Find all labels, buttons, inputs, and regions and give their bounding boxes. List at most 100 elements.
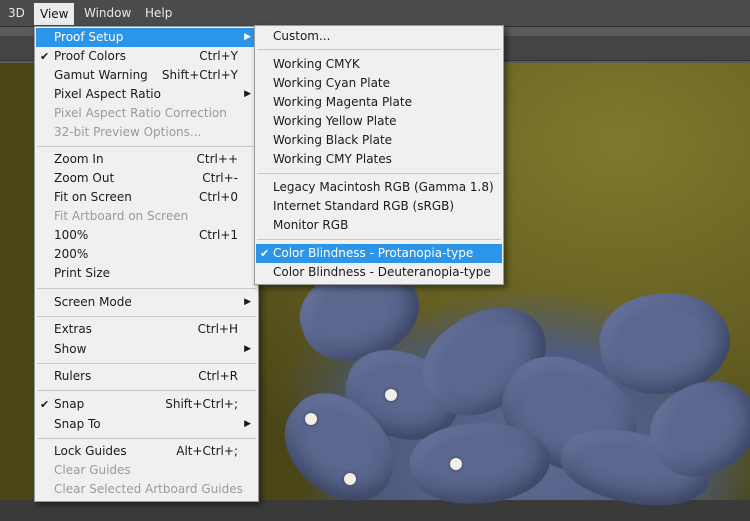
chevron-right-icon: ▶	[244, 89, 251, 99]
menu-item-snap[interactable]: ✔ Snap Shift+Ctrl+;	[36, 395, 257, 414]
menu-item-monitor-rgb[interactable]: Monitor RGB	[256, 216, 502, 235]
menu-item-legacy-macintosh-rgb[interactable]: Legacy Macintosh RGB (Gamma 1.8)	[256, 178, 502, 197]
menu-item-snap-to[interactable]: Snap To ▶	[36, 415, 257, 434]
menu-item-label: Screen Mode	[54, 295, 132, 309]
menu-item-label: Working CMYK	[273, 57, 360, 71]
menu-item-label: Monitor RGB	[273, 218, 349, 232]
menu-item-label: Proof Colors	[54, 49, 126, 63]
menu-item-shortcut: Ctrl+H	[197, 322, 238, 336]
menu-item-label: Pixel Aspect Ratio	[54, 87, 161, 101]
chevron-right-icon: ▶	[244, 32, 251, 42]
chevron-right-icon: ▶	[244, 344, 251, 354]
menu-item-label: Fit Artboard on Screen	[54, 209, 189, 223]
menu-item-label: Clear Selected Artboard Guides	[54, 482, 243, 496]
menu-item-label: Print Size	[54, 266, 111, 280]
menu-item-shortcut: Ctrl+0	[198, 190, 238, 204]
menu-item-label: Working CMY Plates	[273, 152, 392, 166]
menu-item-clear-selected-artboard-guides[interactable]: Clear Selected Artboard Guides	[36, 480, 257, 499]
flower-bud	[305, 413, 317, 425]
menu-item-label: Working Black Plate	[273, 133, 393, 147]
menu-item-label: Extras	[54, 322, 92, 336]
menu-item-rulers[interactable]: Rulers Ctrl+R	[36, 367, 257, 386]
menu-item-label: Color Blindness - Protanopia-type	[273, 246, 474, 260]
menu-item-label: Lock Guides	[54, 444, 127, 458]
menu-item-shortcut: Ctrl+-	[202, 171, 238, 185]
menu-separator	[257, 239, 501, 240]
menu-item-color-blindness-protanopia[interactable]: ✔ Color Blindness - Protanopia-type	[256, 244, 502, 263]
menu-separator	[37, 390, 256, 391]
flower-bud	[385, 389, 397, 401]
menu-item-pixel-aspect-ratio-correction[interactable]: Pixel Aspect Ratio Correction	[36, 104, 257, 123]
menu-separator	[37, 363, 256, 364]
menu-item-label: Proof Setup	[54, 30, 124, 44]
menu-bar: 3D View Window Help	[0, 0, 750, 27]
menu-item-print-size[interactable]: Print Size	[36, 264, 257, 283]
menu-item-clear-guides[interactable]: Clear Guides	[36, 461, 257, 480]
menu-item-working-black-plate[interactable]: Working Black Plate	[256, 131, 502, 150]
menu-item-shortcut: Ctrl+R	[198, 369, 238, 383]
menu-item-32bit-preview-options[interactable]: 32-bit Preview Options...	[36, 123, 257, 142]
menu-item-extras[interactable]: Extras Ctrl+H	[36, 320, 257, 339]
menu-item-label: Show	[54, 342, 87, 356]
menu-window[interactable]: Window	[78, 4, 137, 22]
menu-item-label: 200%	[54, 247, 89, 261]
check-icon: ✔	[40, 398, 50, 411]
menu-view[interactable]: View	[34, 3, 75, 25]
menu-item-label: Working Cyan Plate	[273, 76, 391, 90]
menu-item-working-cmyk[interactable]: Working CMYK	[256, 55, 502, 74]
menu-item-100-percent[interactable]: 100% Ctrl+1	[36, 226, 257, 245]
menu-help[interactable]: Help	[139, 4, 178, 22]
menu-item-custom[interactable]: Custom...	[256, 27, 502, 46]
menu-item-gamut-warning[interactable]: Gamut Warning Shift+Ctrl+Y	[36, 66, 257, 85]
menu-item-label: Custom...	[273, 29, 331, 43]
menu-item-screen-mode[interactable]: Screen Mode ▶	[36, 293, 257, 312]
flower-bud	[344, 473, 356, 485]
menu-item-working-cyan-plate[interactable]: Working Cyan Plate	[256, 74, 502, 93]
menu-item-fit-artboard-on-screen[interactable]: Fit Artboard on Screen	[36, 207, 257, 226]
menu-separator	[257, 49, 501, 50]
menu-item-proof-setup[interactable]: Proof Setup ▶	[36, 28, 257, 47]
menu-item-shortcut: Shift+Ctrl+Y	[161, 68, 238, 82]
menu-item-label: Legacy Macintosh RGB (Gamma 1.8)	[273, 180, 494, 194]
menu-item-label: Clear Guides	[54, 463, 131, 477]
menu-separator	[257, 173, 501, 174]
menu-item-shortcut: Shift+Ctrl+;	[165, 397, 238, 411]
menu-item-label: Rulers	[54, 369, 92, 383]
menu-item-lock-guides[interactable]: Lock Guides Alt+Ctrl+;	[36, 442, 257, 461]
menu-item-label: 100%	[54, 228, 89, 242]
menu-item-zoom-out[interactable]: Zoom Out Ctrl+-	[36, 169, 257, 188]
menu-item-200-percent[interactable]: 200%	[36, 245, 257, 264]
menu-item-shortcut: Ctrl+Y	[199, 49, 238, 63]
menu-item-label: Working Magenta Plate	[273, 95, 412, 109]
menu-item-fit-on-screen[interactable]: Fit on Screen Ctrl+0	[36, 188, 257, 207]
check-icon: ✔	[40, 50, 50, 63]
menu-item-shortcut: Ctrl+1	[198, 228, 238, 242]
menu-item-working-cmy-plates[interactable]: Working CMY Plates	[256, 150, 502, 169]
menu-item-label: Zoom Out	[54, 171, 115, 185]
menu-item-working-yellow-plate[interactable]: Working Yellow Plate	[256, 112, 502, 131]
menu-item-color-blindness-deuteranopia[interactable]: Color Blindness - Deuteranopia-type	[256, 263, 502, 282]
menu-3d[interactable]: 3D	[2, 4, 31, 22]
flower-bud	[450, 458, 462, 470]
menu-item-zoom-in[interactable]: Zoom In Ctrl++	[36, 150, 257, 169]
proof-setup-submenu: Custom... Working CMYK Working Cyan Plat…	[254, 25, 504, 285]
check-icon: ✔	[260, 247, 270, 260]
menu-item-internet-standard-rgb[interactable]: Internet Standard RGB (sRGB)	[256, 197, 502, 216]
menu-item-label: Working Yellow Plate	[273, 114, 397, 128]
menu-item-label: Color Blindness - Deuteranopia-type	[273, 265, 491, 279]
menu-item-pixel-aspect-ratio[interactable]: Pixel Aspect Ratio ▶	[36, 85, 257, 104]
chevron-right-icon: ▶	[244, 297, 251, 307]
menu-item-label: Internet Standard RGB (sRGB)	[273, 199, 455, 213]
menu-separator	[37, 146, 256, 147]
menu-item-proof-colors[interactable]: ✔ Proof Colors Ctrl+Y	[36, 47, 257, 66]
view-menu: Proof Setup ▶ ✔ Proof Colors Ctrl+Y Gamu…	[34, 26, 259, 502]
menu-item-label: Fit on Screen	[54, 190, 132, 204]
menu-item-working-magenta-plate[interactable]: Working Magenta Plate	[256, 93, 502, 112]
menu-item-label: Snap To	[54, 417, 101, 431]
menu-separator	[37, 438, 256, 439]
menu-separator	[37, 288, 256, 289]
menu-item-shortcut: Ctrl++	[196, 152, 238, 166]
menu-item-show[interactable]: Show ▶	[36, 340, 257, 359]
menu-separator	[37, 316, 256, 317]
menu-item-shortcut: Alt+Ctrl+;	[176, 444, 238, 458]
